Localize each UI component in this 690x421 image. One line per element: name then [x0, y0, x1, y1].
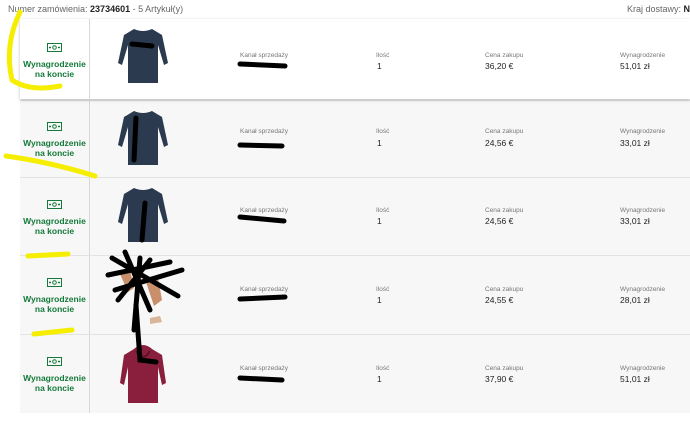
- reward-amount-value: 28,01 zł: [620, 295, 650, 305]
- sales-channel-label: Kanał sprzedaży: [240, 207, 289, 214]
- order-number: 23734601: [90, 4, 131, 14]
- order-item-row: Wynagrodzenie na koncie Kanał sprzedaży I…: [20, 100, 690, 177]
- quantity-label: Ilość: [376, 365, 390, 372]
- price-label: Cena zakupu: [485, 365, 524, 372]
- money-bill-icon: [47, 278, 62, 287]
- order-info: Numer zamówienia: 23734601 - 5 Artykuł(y…: [8, 0, 183, 19]
- quantity-value: 1: [377, 295, 382, 305]
- price-label: Cena zakupu: [485, 207, 524, 214]
- order-item-row: Wynagrodzenie na koncie Kanał sprzedaży I…: [20, 255, 690, 334]
- quantity-value: 1: [377, 138, 382, 148]
- order-item-row: Wynagrodzenie na koncie Kanał sprzedaży I…: [20, 334, 690, 413]
- order-item-row: Wynagrodzenie na koncie Kanał sprzedaży I…: [20, 177, 690, 255]
- reward-amount-value: 33,01 zł: [620, 216, 650, 226]
- quantity-label: Ilość: [376, 128, 390, 135]
- sales-channel-label: Kanał sprzedaży: [240, 365, 289, 372]
- product-image[interactable]: [110, 260, 176, 326]
- quantity-label: Ilość: [376, 207, 390, 214]
- items-count: - 5 Artykuł(y): [132, 4, 184, 14]
- quantity-value: 1: [377, 61, 382, 71]
- money-bill-icon: [47, 122, 62, 131]
- reward-label: Wynagrodzenie na koncie: [23, 216, 86, 236]
- price-value: 24,56 €: [485, 138, 514, 148]
- order-number-label: Numer zamówienia:: [8, 4, 88, 14]
- reward-amount-label: Wynagrodzenie: [620, 286, 666, 293]
- price-label: Cena zakupu: [485, 286, 524, 293]
- reward-status: Wynagrodzenie na koncie: [20, 101, 90, 177]
- reward-status: Wynagrodzenie na koncie: [20, 178, 90, 255]
- order-header: Numer zamówienia: 23734601 - 5 Artykuł(y…: [0, 0, 690, 19]
- reward-label: Wynagrodzenie na koncie: [23, 138, 86, 158]
- product-image[interactable]: [110, 105, 176, 171]
- reward-amount-label: Wynagrodzenie: [620, 128, 666, 135]
- price-value: 36,20 €: [485, 61, 514, 71]
- delivery-country-label: Kraj dostawy:: [626, 4, 681, 14]
- reward-status: Wynagrodzenie na koncie: [20, 335, 90, 413]
- reward-label: Wynagrodzenie na koncie: [23, 59, 86, 79]
- price-value: 24,55 €: [485, 295, 514, 305]
- delivery-country: Kraj dostawy: N: [627, 0, 690, 19]
- reward-label: Wynagrodzenie na koncie: [23, 373, 86, 393]
- money-bill-icon: [47, 200, 62, 209]
- reward-amount-value: 33,01 zł: [620, 138, 650, 148]
- price-label: Cena zakupu: [485, 128, 524, 135]
- quantity-label: Ilość: [376, 286, 390, 293]
- sales-channel-label: Kanał sprzedaży: [240, 52, 289, 59]
- delivery-country-value: N: [683, 4, 690, 14]
- quantity-value: 1: [377, 374, 382, 384]
- reward-amount-label: Wynagrodzenie: [620, 365, 666, 372]
- product-image[interactable]: [110, 182, 176, 248]
- price-label: Cena zakupu: [485, 52, 524, 59]
- reward-label: Wynagrodzenie na koncie: [23, 294, 86, 314]
- reward-amount-value: 51,01 zł: [620, 61, 650, 71]
- price-value: 37,90 €: [485, 374, 514, 384]
- sales-channel-label: Kanał sprzedaży: [240, 286, 289, 293]
- reward-amount-label: Wynagrodzenie: [620, 52, 666, 59]
- sales-channel-label: Kanał sprzedaży: [240, 128, 289, 135]
- product-image[interactable]: [110, 339, 176, 405]
- quantity-label: Ilość: [376, 52, 390, 59]
- reward-status: Wynagrodzenie na koncie: [20, 19, 90, 99]
- reward-amount-label: Wynagrodzenie: [620, 207, 666, 214]
- price-value: 24,56 €: [485, 216, 514, 226]
- reward-amount-value: 51,01 zł: [620, 374, 650, 384]
- quantity-value: 1: [377, 216, 382, 226]
- product-image[interactable]: [110, 23, 176, 89]
- order-item-row: Wynagrodzenie na koncie Kanał sprzedaży I…: [20, 19, 690, 99]
- reward-status: Wynagrodzenie na koncie: [20, 256, 90, 334]
- money-bill-icon: [47, 357, 62, 366]
- money-bill-icon: [47, 43, 62, 52]
